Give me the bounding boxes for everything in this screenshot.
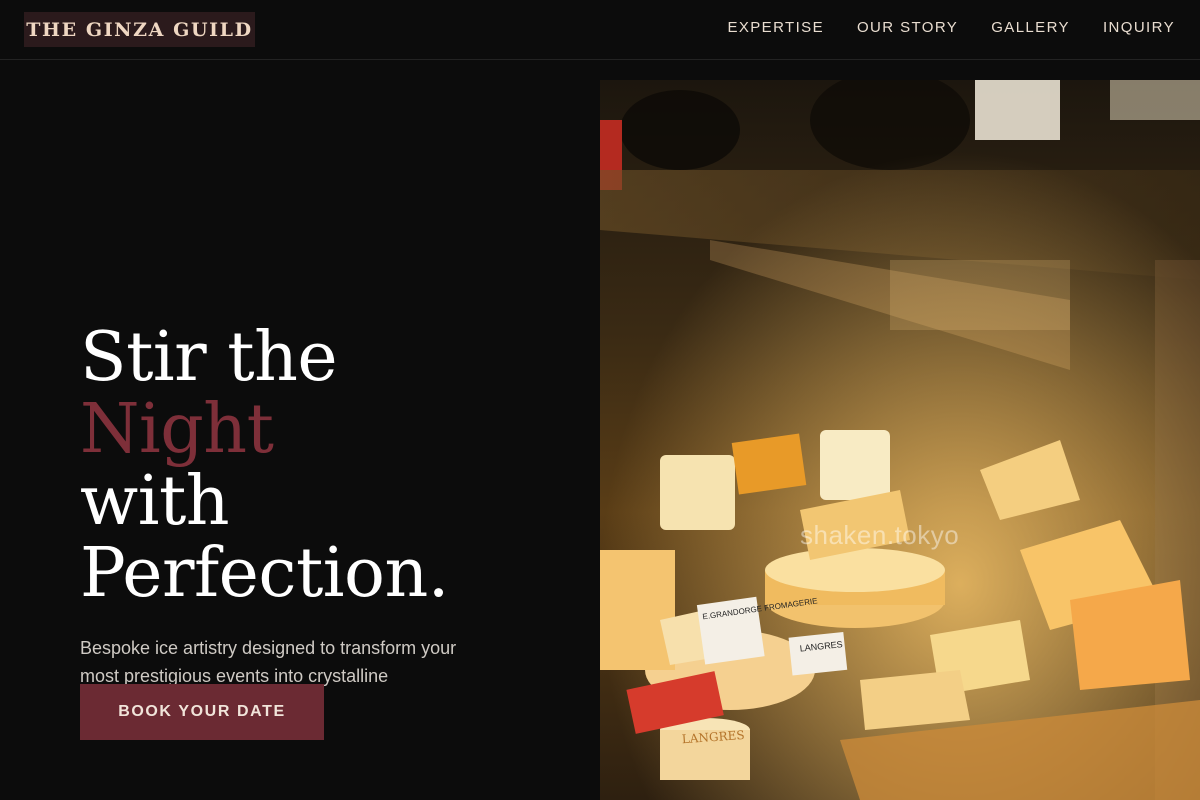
top-bar: THE GINZA GUILD EXPERTISE OUR STORY GALL… [0,0,1200,60]
headline-line3: Perfection. [80,534,449,613]
hero-text: Stir the Night with Perfection. Bespoke … [80,322,550,718]
headline-part1: Stir the [80,318,338,397]
nav-gallery[interactable]: GALLERY [991,19,1070,36]
headline-line2: with [80,462,230,541]
hero-photo: E.GRANDORGE FROMAGERIE LANGRES LANGRES s… [600,80,1200,800]
cheese-display-image: E.GRANDORGE FROMAGERIE LANGRES LANGRES [600,80,1200,800]
nav-expertise[interactable]: EXPERTISE [727,19,824,36]
headline-accent: Night [80,390,274,469]
cheese-label-2: LANGRES [788,631,848,676]
photo-watermark: shaken.tokyo [800,520,960,550]
hero-headline: Stir the Night with Perfection. [80,322,550,610]
book-date-button[interactable]: BOOK YOUR DATE [80,684,324,740]
nav-our-story[interactable]: OUR STORY [857,19,958,36]
brand-logo[interactable]: THE GINZA GUILD [24,12,255,47]
nav-inquiry[interactable]: INQUIRY [1103,19,1175,36]
main-nav: EXPERTISE OUR STORY GALLERY INQUIRY [727,19,1175,36]
